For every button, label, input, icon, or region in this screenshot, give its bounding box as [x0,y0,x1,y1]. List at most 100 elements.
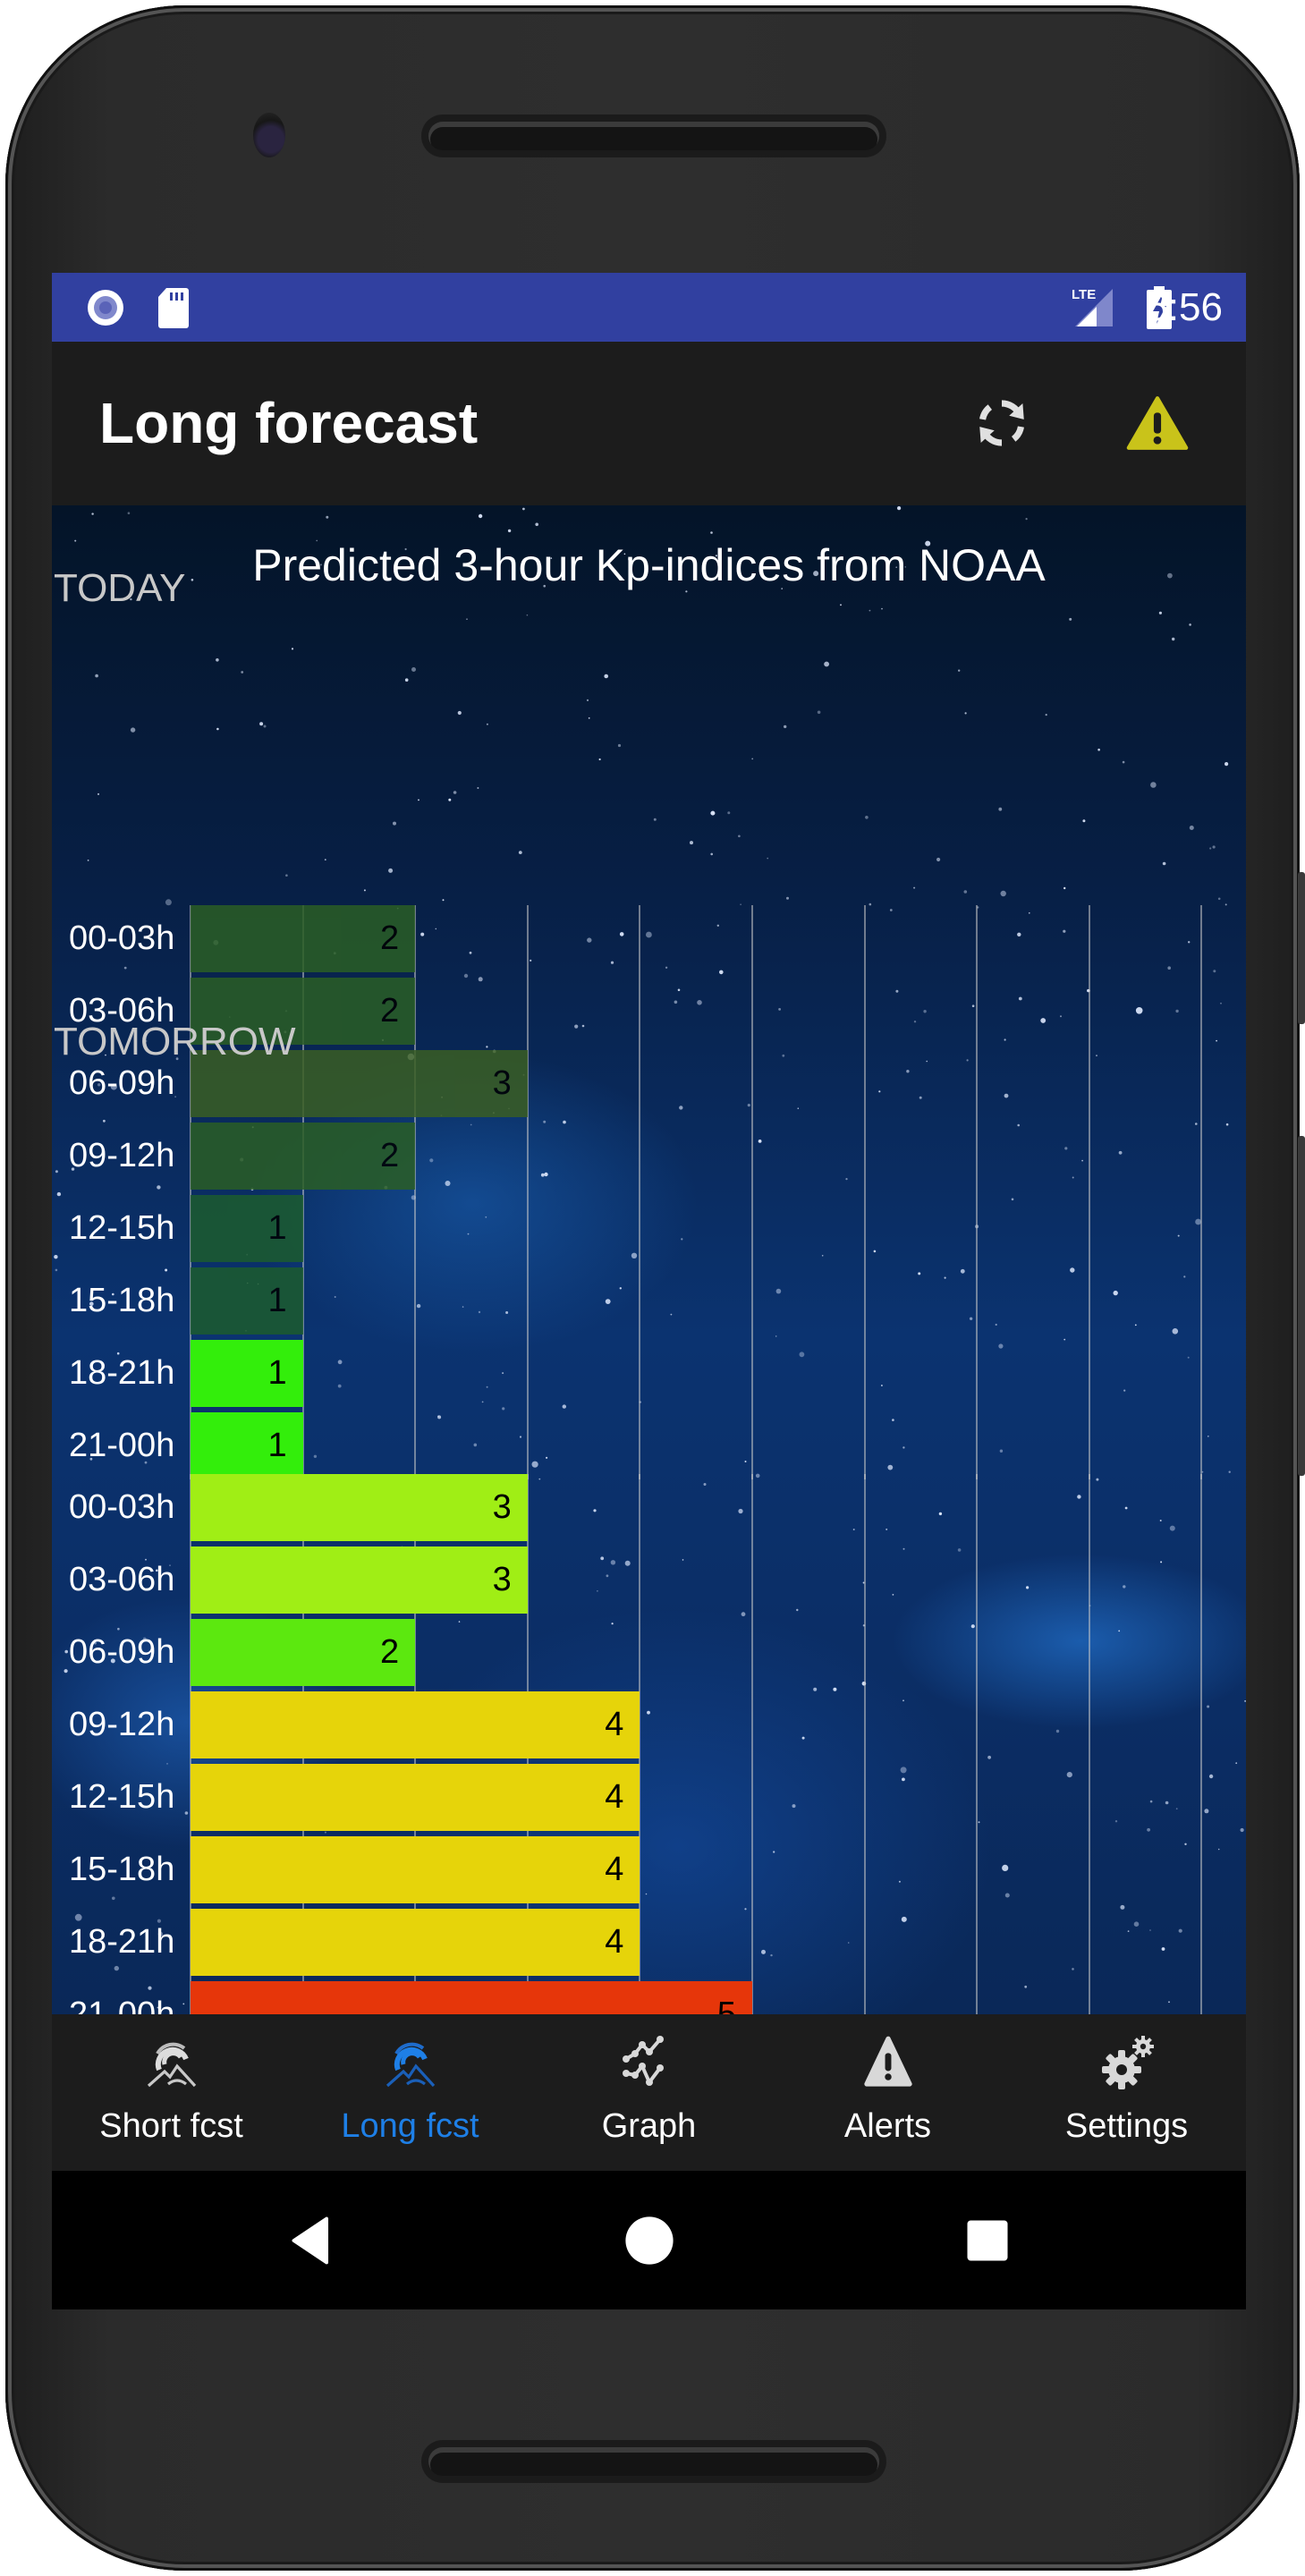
grid-line [1088,1474,1090,2014]
home-button[interactable] [614,2207,685,2274]
kp-bar: 1 [191,1412,303,1479]
kp-bar: 4 [191,1909,640,1976]
time-slot-label: 12-15h [69,1209,175,1247]
time-slot-label: 21-00h [69,1996,175,2014]
time-slot-label: 18-21h [69,1354,175,1392]
kp-bar: 1 [191,1267,303,1335]
grid-line [751,1474,753,2014]
aurora-icon [386,2042,435,2088]
recents-button[interactable] [952,2207,1023,2274]
status-bar: LTE 6:56 [52,273,1246,342]
kp-value-label: 1 [267,1354,287,1392]
nav-item-graph[interactable]: Graph [530,2014,768,2171]
kp-bar: 2 [191,1123,416,1190]
record-icon [84,273,127,342]
kp-value-label: 3 [492,1488,512,1526]
kp-value-label: 4 [605,1851,624,1888]
refresh-icon [979,400,1024,446]
kp-value-label: 2 [380,1633,400,1671]
time-slot-label: 06-09h [69,1633,175,1671]
kp-value-label: 1 [267,1282,287,1319]
alert-button[interactable] [1125,391,1190,455]
kp-bar: 4 [191,1691,640,1758]
back-button[interactable] [275,2207,347,2274]
time-slot-label: 15-18h [69,1851,175,1888]
nav-item-settings[interactable]: Settings [1007,2014,1246,2171]
grid-line [751,905,753,1479]
section-label-today: TODAY [54,566,186,610]
time-slot-label: 09-12h [69,1137,175,1174]
nav-label: Short fcst [99,2107,243,2145]
kp-value-label: 2 [380,919,400,957]
recents-icon [967,2220,1008,2260]
nav-item-short-fcst[interactable]: Short fcst [52,2014,291,2171]
kp-value-label: 4 [605,1778,624,1816]
kp-bar: 5 [191,1981,752,2014]
warning-icon [863,2036,912,2087]
time-slot-label: 18-21h [69,1923,175,1961]
kp-value-label: 3 [492,1561,512,1598]
kp-value-label: 1 [267,1427,287,1464]
kp-value-label: 5 [716,1996,736,2014]
grid-line [976,1474,979,2014]
home-icon [625,2216,674,2265]
bottom-speaker [421,2440,886,2483]
volume-button [1298,1136,1305,1476]
status-clock: 6:56 [1146,285,1223,329]
nav-label: Alerts [843,2107,932,2145]
grid-line [863,1474,866,2014]
kp-value-label: 4 [605,1706,624,1743]
gear-icon [1101,2036,1154,2089]
grid-line [1088,905,1090,1479]
grid-line [976,905,979,1479]
grid-line [863,905,866,1479]
grid-line [1200,1474,1203,2014]
sd-card-icon [157,273,190,342]
kp-value-label: 4 [605,1923,624,1961]
nav-label: Graph [601,2107,697,2145]
nav-item-alerts[interactable]: Alerts [768,2014,1007,2171]
graph-icon [622,2036,664,2086]
nav-label: Long fcst [341,2107,479,2145]
kp-bar: 1 [191,1340,303,1407]
time-slot-label: 21-00h [69,1427,175,1464]
kp-bar: 3 [191,1474,528,1541]
aurora-icon [147,2042,196,2088]
warning-icon [1126,396,1189,450]
lte-signal-icon: LTE [1072,273,1116,342]
time-slot-label: 09-12h [69,1706,175,1743]
app-toolbar: Long forecast [52,342,1246,505]
screen: LTE 6:56 Long forecast Predicted 3-hour … [52,273,1246,2309]
kp-bar: 1 [191,1195,303,1262]
time-slot-label: 15-18h [69,1282,175,1319]
grid-line [526,905,529,1479]
section-label-tomorrow: TOMORROW [54,1020,296,1063]
time-slot-label: 00-03h [69,1488,175,1526]
kp-value-label: 3 [492,1064,512,1102]
power-button [1298,872,1305,1024]
earpiece-speaker [421,114,886,157]
refresh-button[interactable] [970,391,1034,455]
kp-value-label: 2 [380,1137,400,1174]
nav-label: Settings [1064,2107,1189,2145]
kp-value-label: 1 [267,1209,287,1247]
kp-bar: 3 [191,1546,528,1614]
chart-title: Predicted 3-hour Kp-indices from NOAA [252,540,1046,590]
time-slot-label: 00-03h [69,919,175,957]
back-icon [292,2216,329,2264]
front-camera [253,113,285,157]
svg-text:LTE: LTE [1072,287,1096,302]
kp-bar: 4 [191,1836,640,1903]
kp-bar: 2 [191,905,416,972]
kp-value-label: 2 [380,992,400,1030]
time-slot-label: 12-15h [69,1778,175,1816]
grid-line [1200,905,1203,1479]
page-title: Long forecast [99,391,479,455]
time-slot-label: 03-06h [69,1561,175,1598]
bottom-navigation: Short fcst Long fcst Graph Alerts Settin… [52,2014,1246,2171]
kp-bar: 2 [191,1619,416,1686]
grid-line [639,905,641,1479]
nav-item-long-fcst[interactable]: Long fcst [291,2014,530,2171]
kp-bar: 4 [191,1764,640,1831]
system-navigation-bar [52,2171,1246,2309]
